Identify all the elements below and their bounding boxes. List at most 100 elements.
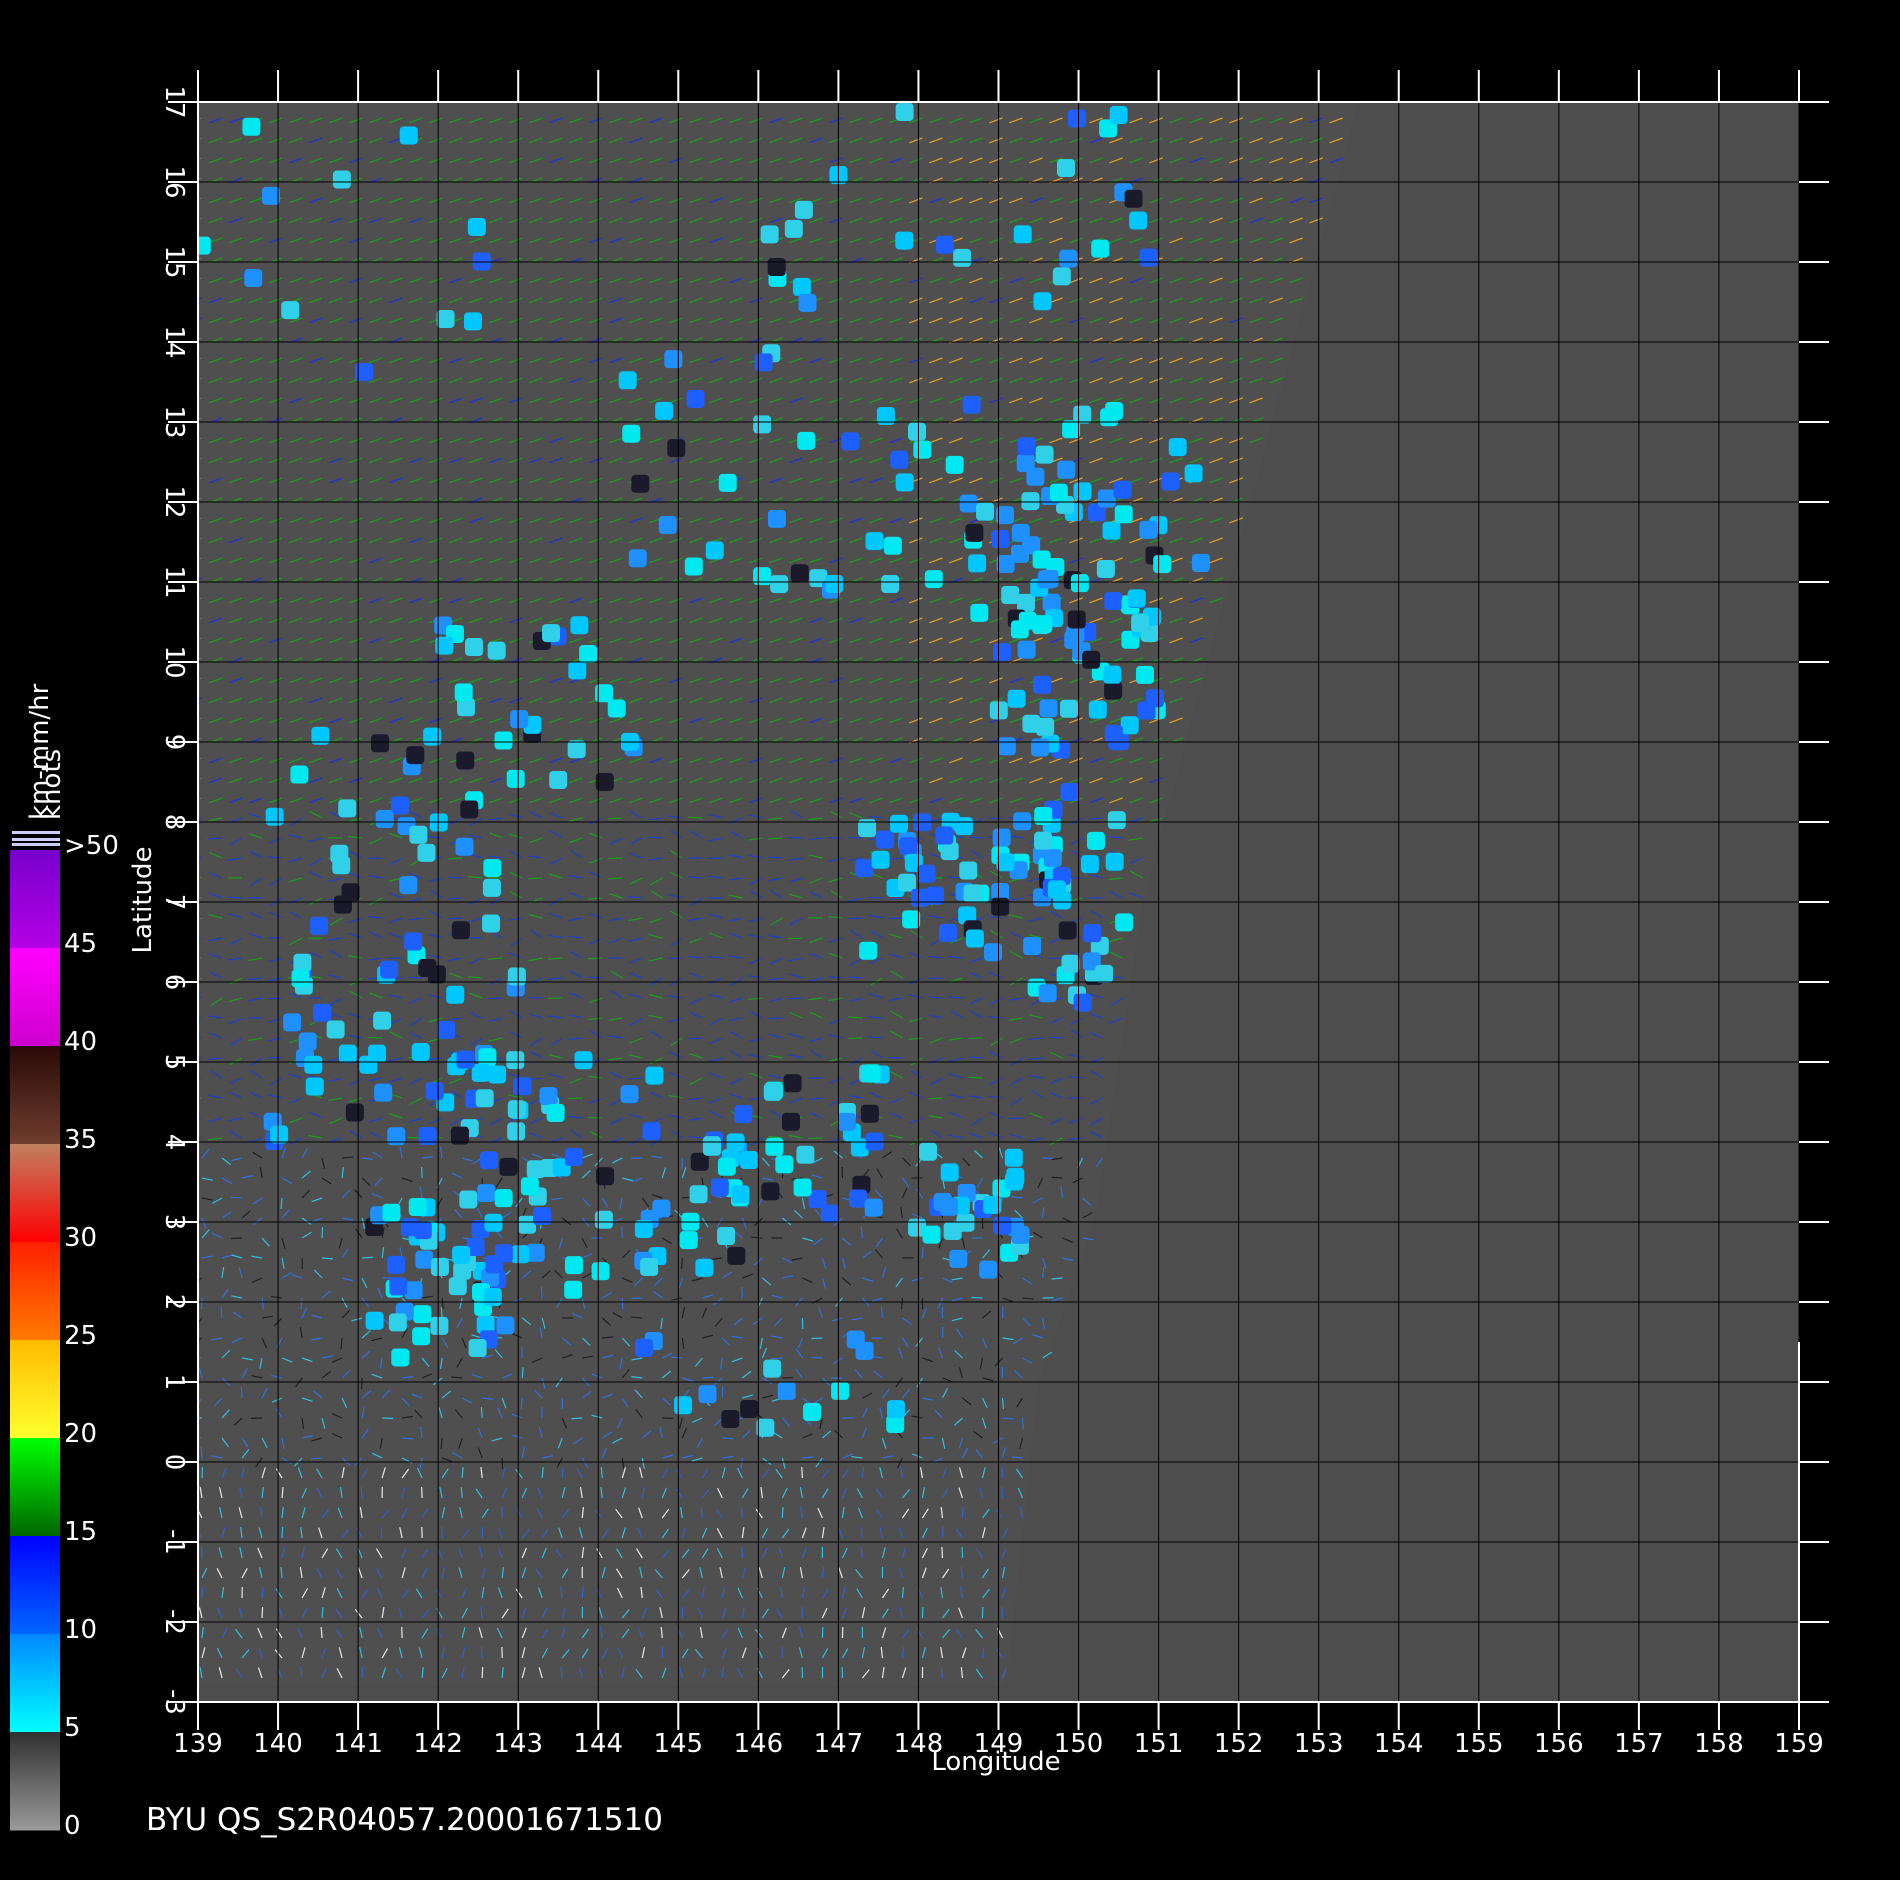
rain-cell: [634, 1219, 653, 1238]
rain-cell: [803, 1402, 822, 1421]
colorbar-label: 15: [64, 1517, 97, 1547]
rain-cell: [898, 873, 917, 892]
rain-cell: [1107, 811, 1126, 830]
rain-cell: [798, 293, 817, 312]
rain-cell: [965, 523, 984, 542]
rain-cell: [1033, 675, 1052, 694]
rain-cell: [482, 878, 501, 897]
rain-cell: [477, 1184, 496, 1203]
rain-cell: [797, 431, 816, 450]
rain-cell: [862, 1064, 881, 1083]
rain-cell: [664, 350, 683, 369]
wind-vector: [261, 1606, 264, 1619]
rain-cell: [404, 1281, 423, 1300]
rain-cell: [387, 1255, 406, 1274]
rain-cell: [472, 252, 491, 271]
wind-vector: [268, 997, 283, 1000]
rain-cell: [991, 530, 1010, 549]
rain-cell: [686, 389, 705, 408]
rain-cell: [475, 1089, 494, 1108]
rain-cell: [1131, 614, 1150, 633]
colorbar-label: 30: [64, 1223, 97, 1253]
rain-cell: [674, 1396, 693, 1415]
rain-cell: [463, 312, 482, 331]
wind-vector: [1001, 1466, 1004, 1479]
rain-cell: [1113, 480, 1132, 499]
rain-cell: [417, 843, 436, 862]
rain-cell: [310, 916, 329, 935]
wind-vector: [941, 1546, 944, 1559]
rain-cell: [305, 1077, 324, 1096]
rain-cell: [382, 1203, 401, 1222]
rain-cell: [564, 1147, 583, 1166]
wind-vector: [988, 817, 1003, 820]
lat-tick-label: -1: [159, 1529, 189, 1555]
rain-cell: [1088, 700, 1107, 719]
rain-cell: [635, 1338, 654, 1357]
colorbar-label: 10: [64, 1615, 97, 1645]
rain-cell: [953, 248, 972, 267]
rain-cell: [902, 910, 921, 929]
rain-cell: [373, 1011, 392, 1030]
rain-cell: [837, 1112, 856, 1131]
rain-cell: [261, 186, 280, 205]
rain-cell: [507, 1122, 526, 1141]
rain-cell: [949, 1249, 968, 1268]
colorbar-band: [10, 1732, 60, 1831]
wind-vector: [1001, 1486, 1004, 1499]
rain-cell: [962, 395, 981, 414]
wind-vector: [421, 1486, 423, 1499]
rain-cell: [1191, 553, 1210, 572]
lat-tick-label: -2: [159, 1609, 189, 1635]
colorbar-label: 35: [64, 1125, 97, 1155]
rain-cell: [679, 1231, 698, 1250]
rain-cell: [1037, 570, 1056, 589]
rain-cell: [1091, 239, 1110, 258]
colorbar: >50454035302520151050 km-mm/hr knots: [10, 683, 119, 1841]
rain-cell: [859, 941, 878, 960]
lat-tick-label: 10: [159, 645, 189, 678]
rain-cell: [1114, 505, 1133, 524]
rain-cell: [371, 734, 390, 753]
lon-tick-label: 146: [734, 1729, 784, 1759]
wind-vector: [928, 977, 943, 980]
rain-cell: [507, 967, 526, 986]
rain-cell: [1135, 665, 1154, 684]
rain-cell: [487, 641, 506, 660]
rain-cell: [574, 1051, 593, 1070]
wind-vector: [588, 957, 603, 960]
rain-cell: [997, 737, 1016, 756]
rain-cell: [436, 309, 455, 328]
colorbar-label: 5: [64, 1713, 81, 1743]
rain-cell: [1129, 211, 1148, 230]
rain-cell: [570, 616, 589, 635]
rain-cell: [411, 1043, 430, 1062]
rain-cell: [399, 876, 418, 895]
rain-cell: [459, 1190, 478, 1209]
wind-vector: [1051, 1176, 1063, 1179]
rain-cell: [984, 943, 1003, 962]
rain-cell: [506, 1051, 525, 1070]
rain-cell: [895, 231, 914, 250]
wind-vector: [441, 1526, 443, 1539]
rain-cell: [568, 661, 587, 680]
lat-tick-label: 2: [159, 1294, 189, 1311]
lon-tick-label: 147: [814, 1729, 864, 1759]
colorbar-band: [10, 1242, 60, 1341]
rain-cell: [865, 532, 884, 551]
colorbar-band: [10, 1144, 60, 1243]
rain-cell: [940, 1197, 959, 1216]
rain-cell: [1115, 913, 1134, 932]
lat-tick-label: 5: [159, 1054, 189, 1071]
wind-vector: [368, 857, 383, 860]
rain-cell: [483, 1288, 502, 1307]
wind-vector: [671, 1356, 683, 1359]
rain-cell: [620, 1085, 639, 1104]
colorbar-label: >50: [64, 831, 119, 861]
y-axis-label: Latitude: [128, 846, 158, 953]
rain-cell: [465, 638, 484, 657]
colorbar-label: 0: [64, 1811, 81, 1841]
rain-cell: [770, 575, 789, 594]
rain-cell: [652, 1199, 671, 1218]
rain-cell: [1049, 483, 1068, 502]
